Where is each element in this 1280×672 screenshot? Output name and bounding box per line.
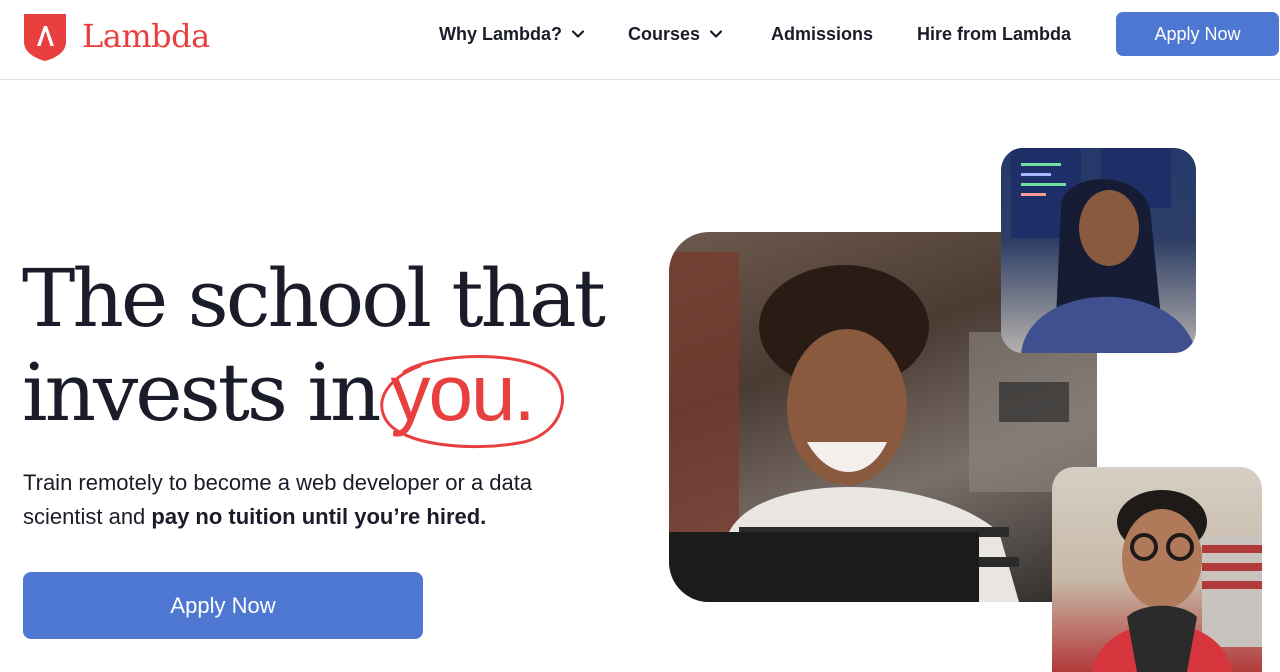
hero-apply-now-button[interactable]: Apply Now [23, 572, 423, 639]
hero-title-line2: invests in you. [22, 346, 603, 449]
site-header: Lambda Why Lambda? Courses Admissions Hi… [0, 0, 1280, 80]
hero-highlight-text: you. [390, 348, 535, 437]
chevron-down-icon [572, 30, 585, 38]
student-coding-photo [1001, 148, 1196, 353]
main-nav: Why Lambda? Courses Admissions Hire from… [0, 0, 1280, 68]
chevron-down-icon [710, 30, 723, 38]
hero-subtext-bold: pay no tuition until you’re hired. [151, 504, 487, 529]
nav-admissions-label: Admissions [771, 23, 874, 44]
nav-courses[interactable]: Courses [628, 22, 723, 46]
student-glasses-illustration [1092, 490, 1262, 672]
nav-why-lambda[interactable]: Why Lambda? [439, 22, 585, 46]
hero-title-line2-text: invests in [22, 346, 381, 439]
hero-highlight: you. [380, 346, 565, 449]
hero-subtext: Train remotely to become a web developer… [23, 466, 583, 534]
nav-admissions[interactable]: Admissions [771, 22, 873, 46]
student-coding-illustration [1011, 148, 1196, 353]
nav-courses-label: Courses [628, 23, 701, 44]
hero-title: The school that invests in you. [22, 252, 606, 449]
header-apply-now-button[interactable]: Apply Now [1116, 12, 1279, 56]
nav-hire-label: Hire from Lambda [917, 23, 1072, 44]
nav-hire-from-lambda[interactable]: Hire from Lambda [917, 22, 1071, 46]
nav-why-lambda-label: Why Lambda? [439, 23, 563, 44]
hero-title-line1: The school that [22, 252, 606, 345]
student-glasses-photo [1052, 467, 1262, 672]
